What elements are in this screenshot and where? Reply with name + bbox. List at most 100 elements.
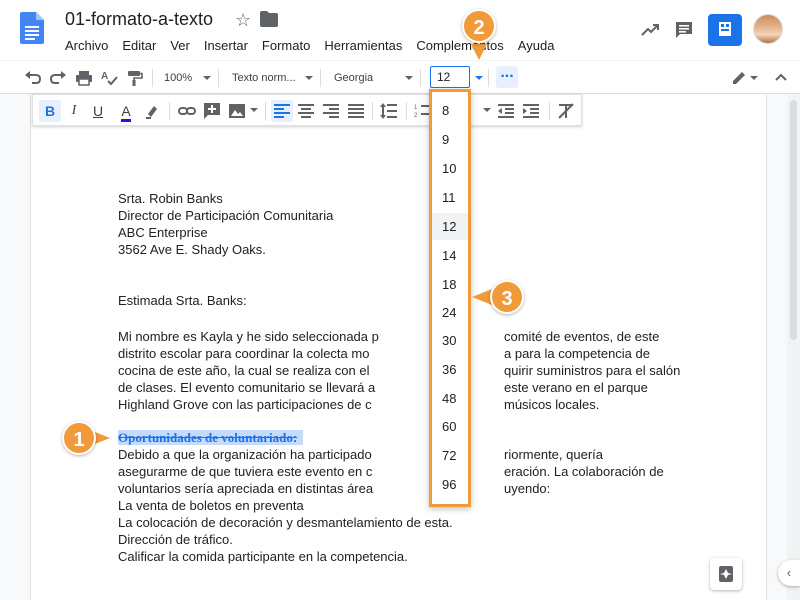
toolbar-divider: [265, 102, 266, 120]
star-icon[interactable]: ☆: [235, 9, 251, 31]
redo-icon[interactable]: [49, 69, 67, 87]
paragraph-line: riormente, quería: [504, 447, 603, 462]
greeting: Estimada Srta. Banks:: [118, 293, 247, 308]
svg-text:2: 2: [414, 113, 418, 119]
font-size-option[interactable]: 60: [432, 413, 468, 440]
main-toolbar: A 100% Texto norm... Georgia 12 ...: [0, 60, 800, 94]
underline-button[interactable]: U: [87, 100, 109, 122]
font-size-option[interactable]: 11: [432, 184, 468, 211]
menu-ver[interactable]: Ver: [163, 36, 197, 55]
style-select[interactable]: Texto norm...: [232, 69, 296, 87]
share-lock-icon: [719, 22, 731, 36]
editing-mode-caret-icon[interactable]: [750, 76, 758, 80]
heading-text: Oportunidades de voluntariado:: [118, 430, 298, 445]
callout-badge-2: 2: [462, 9, 496, 43]
selection-highlight: Oportunidades de voluntariado:: [118, 430, 304, 445]
font-size-option[interactable]: 8: [432, 97, 468, 124]
toolbar-divider: [169, 102, 170, 120]
user-avatar[interactable]: [753, 14, 783, 44]
font-size-option[interactable]: 48: [432, 385, 468, 412]
section-heading[interactable]: Oportunidades de voluntariado:: [118, 429, 304, 446]
align-right-icon[interactable]: [320, 100, 342, 122]
font-size-option-selected[interactable]: 12: [432, 213, 468, 240]
activity-trend-icon[interactable]: [640, 20, 660, 40]
font-size-option[interactable]: 24: [432, 299, 468, 326]
document-title[interactable]: 01-formato-a-texto: [65, 9, 213, 30]
font-size-option[interactable]: 14: [432, 242, 468, 269]
more-options-button[interactable]: ...: [496, 65, 518, 88]
menu-formato[interactable]: Formato: [255, 36, 317, 55]
menu-archivo[interactable]: Archivo: [58, 36, 115, 55]
docs-logo-icon[interactable]: [20, 12, 44, 44]
zoom-caret-icon: [203, 76, 211, 80]
editing-mode-pen-icon[interactable]: [730, 69, 748, 87]
align-center-icon[interactable]: [295, 100, 317, 122]
clear-formatting-icon[interactable]: [555, 100, 577, 122]
add-comment-icon[interactable]: [201, 100, 223, 122]
menu-herramientas[interactable]: Herramientas: [317, 36, 409, 55]
italic-button[interactable]: I: [63, 100, 85, 122]
font-size-option[interactable]: 30: [432, 327, 468, 354]
print-icon[interactable]: [75, 69, 93, 87]
font-size-option[interactable]: 36: [432, 356, 468, 383]
decrease-indent-icon[interactable]: [495, 100, 517, 122]
side-panel-toggle[interactable]: ‹: [778, 560, 800, 586]
paragraph-line: voluntarios sería apreciada en distintas…: [118, 481, 374, 496]
callout-2-pointer: [471, 44, 487, 60]
text-color-button[interactable]: A: [115, 100, 137, 122]
document-canvas: Srta. Robin Banks Director de Participac…: [0, 95, 800, 600]
justify-icon[interactable]: [345, 100, 367, 122]
menu-editar[interactable]: Editar: [115, 36, 163, 55]
highlight-color-icon[interactable]: [141, 100, 163, 122]
insert-image-icon[interactable]: [226, 100, 248, 122]
folder-icon[interactable]: [260, 11, 278, 27]
toolbar-divider: [372, 102, 373, 120]
scroll-thumb[interactable]: [790, 100, 797, 340]
line-spacing-icon[interactable]: [378, 100, 400, 122]
spellcheck-icon[interactable]: A: [100, 69, 118, 87]
explore-button[interactable]: [710, 558, 742, 590]
increase-indent-icon[interactable]: [520, 100, 542, 122]
align-left-icon[interactable]: [271, 100, 293, 122]
toolbar-divider: [320, 69, 321, 87]
font-size-option[interactable]: 10: [432, 155, 468, 182]
vertical-scrollbar[interactable]: [787, 95, 800, 600]
paragraph-line: cocina de este año, la cual se realiza c…: [118, 363, 370, 378]
explore-icon: [719, 566, 733, 582]
toolbar-divider: [488, 69, 489, 87]
font-size-caret-icon[interactable]: [475, 76, 483, 80]
document-page[interactable]: Srta. Robin Banks Director de Participac…: [30, 95, 767, 600]
bold-button[interactable]: B: [39, 100, 61, 122]
share-button[interactable]: [708, 14, 742, 46]
collapse-menus-icon[interactable]: [772, 69, 790, 87]
comment-icon[interactable]: [674, 20, 694, 40]
undo-icon[interactable]: [24, 69, 42, 87]
zoom-select[interactable]: 100%: [164, 69, 192, 87]
svg-text:1: 1: [414, 105, 418, 111]
font-size-input[interactable]: 12: [430, 66, 470, 88]
font-size-dropdown: 8 9 10 11 12 14 18 24 30 36 48 60 72 96: [429, 89, 471, 507]
paragraph-line: comité de eventos, de este: [504, 329, 660, 344]
menu-insertar[interactable]: Insertar: [197, 36, 255, 55]
link-icon[interactable]: [176, 100, 198, 122]
font-size-option[interactable]: 96: [432, 471, 468, 498]
menu-ayuda[interactable]: Ayuda: [511, 36, 562, 55]
paint-format-icon[interactable]: [125, 69, 143, 87]
list-caret-icon[interactable]: [483, 108, 491, 112]
font-size-option[interactable]: 9: [432, 126, 468, 153]
font-select[interactable]: Georgia: [334, 69, 373, 87]
paragraph-line: a para la competencia de: [504, 346, 650, 361]
text-color-icon: A: [121, 103, 131, 122]
callout-badge-1: 1: [62, 421, 96, 455]
list-item: La colocación de decoración y desmantela…: [118, 515, 453, 530]
font-size-option[interactable]: 18: [432, 271, 468, 298]
menu-complementos[interactable]: Complementos: [409, 36, 510, 55]
font-size-option[interactable]: 72: [432, 442, 468, 469]
paragraph-line: asegurarme de que tuviera este evento en…: [118, 464, 373, 479]
image-caret-icon[interactable]: [250, 108, 258, 112]
callout-3-pointer: [472, 289, 492, 305]
paragraph-line: distrito escolar para coordinar la colec…: [118, 346, 370, 361]
address-line: Srta. Robin Banks: [118, 191, 223, 206]
toolbar-divider: [152, 69, 153, 87]
paragraph-line: de clases. El evento comunitario se llev…: [118, 380, 376, 395]
